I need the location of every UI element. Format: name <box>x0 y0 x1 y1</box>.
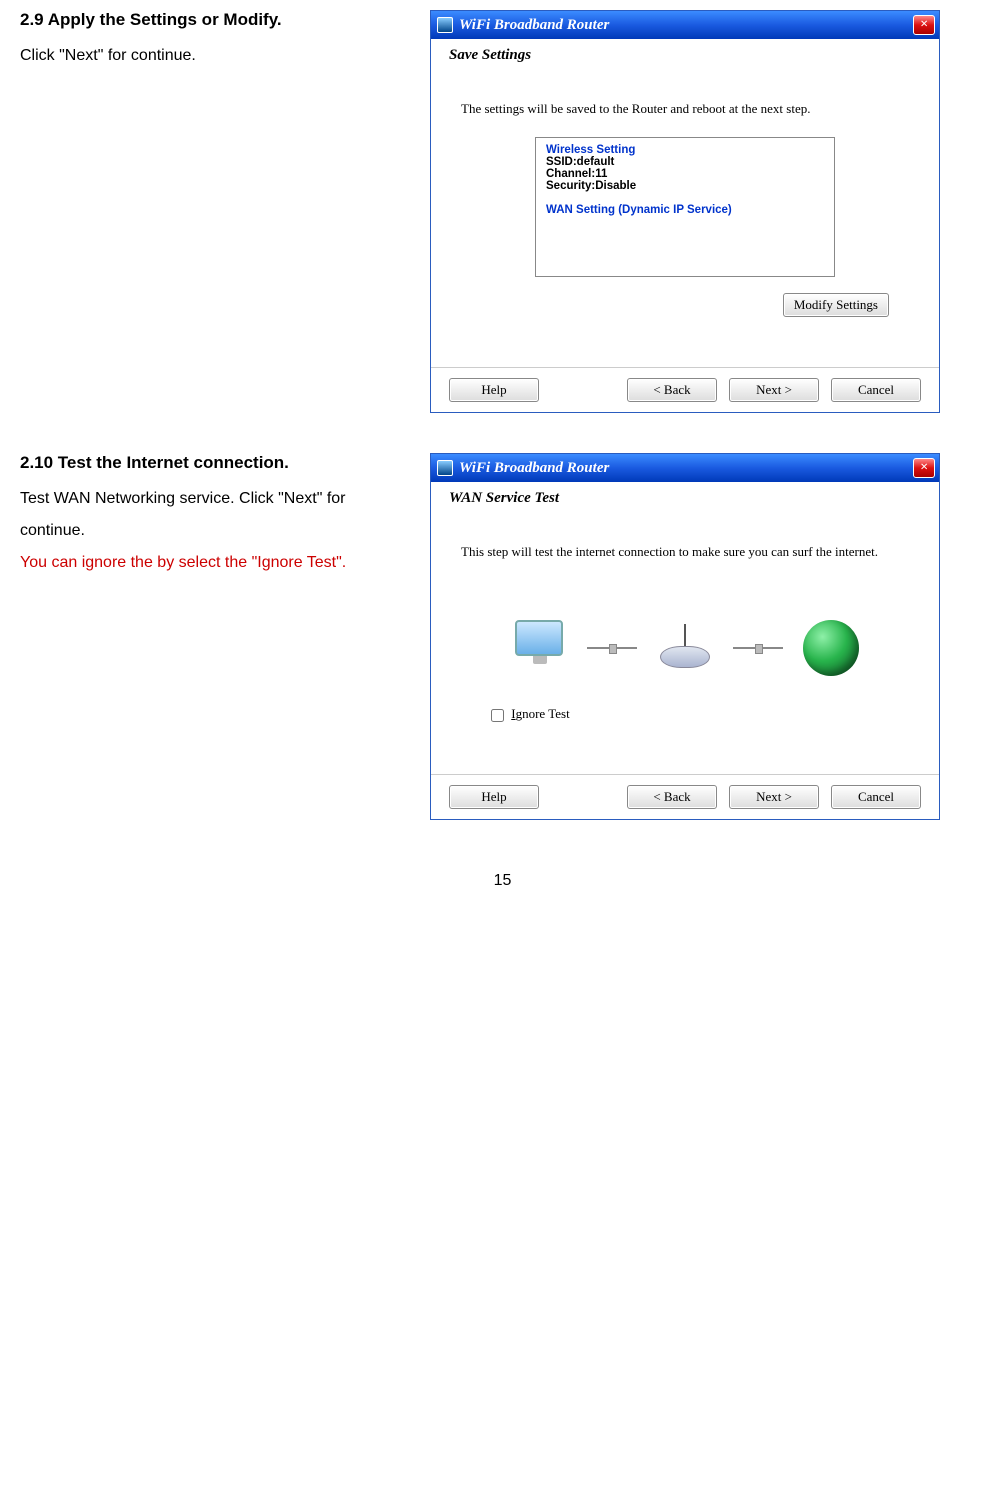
close-icon[interactable]: × <box>913 15 935 35</box>
ignore-test-label[interactable]: Ignore Test <box>491 706 570 721</box>
wan-test-dialog: WiFi Broadband Router × WAN Service Test… <box>430 453 940 820</box>
section-2-10-body1: Test WAN Networking service. Click "Next… <box>20 483 400 547</box>
cancel-button[interactable]: Cancel <box>831 785 921 809</box>
section-2-9-heading: 2.9 Apply the Settings or Modify. <box>20 10 400 30</box>
cable-icon <box>587 644 637 652</box>
next-button[interactable]: Next > <box>729 378 819 402</box>
computer-icon <box>511 620 567 676</box>
ssid-line: SSID:default <box>546 156 824 168</box>
dialog-body: The settings will be saved to the Router… <box>431 71 939 367</box>
channel-line: Channel:11 <box>546 168 824 180</box>
globe-icon <box>803 620 859 676</box>
wan-test-text: This step will test the internet connect… <box>461 544 909 560</box>
section-2-10: 2.10 Test the Internet connection. Test … <box>20 453 985 820</box>
dialog-titlebar: WiFi Broadband Router × <box>431 454 939 482</box>
help-button[interactable]: Help <box>449 785 539 809</box>
dialog-title: WiFi Broadband Router <box>459 460 609 477</box>
save-settings-text: The settings will be saved to the Router… <box>461 101 909 117</box>
ignore-test-row: Ignore Test <box>461 706 909 722</box>
cancel-button[interactable]: Cancel <box>831 378 921 402</box>
dialog-body: This step will test the internet connect… <box>431 514 939 774</box>
save-settings-dialog: WiFi Broadband Router × Save Settings Th… <box>430 10 940 413</box>
section-2-10-body2: You can ignore the by select the "Ignore… <box>20 547 400 579</box>
back-button[interactable]: < Back <box>627 378 717 402</box>
app-icon <box>437 17 453 33</box>
cable-icon <box>733 644 783 652</box>
section-2-9-text: 2.9 Apply the Settings or Modify. Click … <box>20 10 400 413</box>
back-button[interactable]: < Back <box>627 785 717 809</box>
section-title: Save Settings <box>431 39 939 71</box>
button-bar: Help < Back Next > Cancel <box>431 367 939 412</box>
dialog-title: WiFi Broadband Router <box>459 17 609 34</box>
router-icon <box>657 628 713 668</box>
app-icon <box>437 460 453 476</box>
settings-summary-box: Wireless Setting SSID:default Channel:11… <box>535 137 835 277</box>
next-button[interactable]: Next > <box>729 785 819 809</box>
ignore-label-text: gnore Test <box>516 706 570 721</box>
wan-heading: WAN Setting (Dynamic IP Service) <box>546 204 824 216</box>
section-2-10-heading: 2.10 Test the Internet connection. <box>20 453 400 473</box>
button-bar: Help < Back Next > Cancel <box>431 774 939 819</box>
page-number: 15 <box>494 872 512 890</box>
dialog-titlebar: WiFi Broadband Router × <box>431 11 939 39</box>
section-title: WAN Service Test <box>431 482 939 514</box>
ignore-test-checkbox[interactable] <box>491 709 504 722</box>
section-2-10-text: 2.10 Test the Internet connection. Test … <box>20 453 400 820</box>
wireless-heading: Wireless Setting <box>546 144 824 156</box>
section-2-9-body: Click "Next" for continue. <box>20 40 400 72</box>
modify-settings-button[interactable]: Modify Settings <box>783 293 889 317</box>
help-button[interactable]: Help <box>449 378 539 402</box>
section-2-9: 2.9 Apply the Settings or Modify. Click … <box>20 10 985 413</box>
network-illustration <box>461 580 909 706</box>
close-icon[interactable]: × <box>913 458 935 478</box>
security-line: Security:Disable <box>546 180 824 192</box>
modify-row: Modify Settings <box>461 293 909 317</box>
